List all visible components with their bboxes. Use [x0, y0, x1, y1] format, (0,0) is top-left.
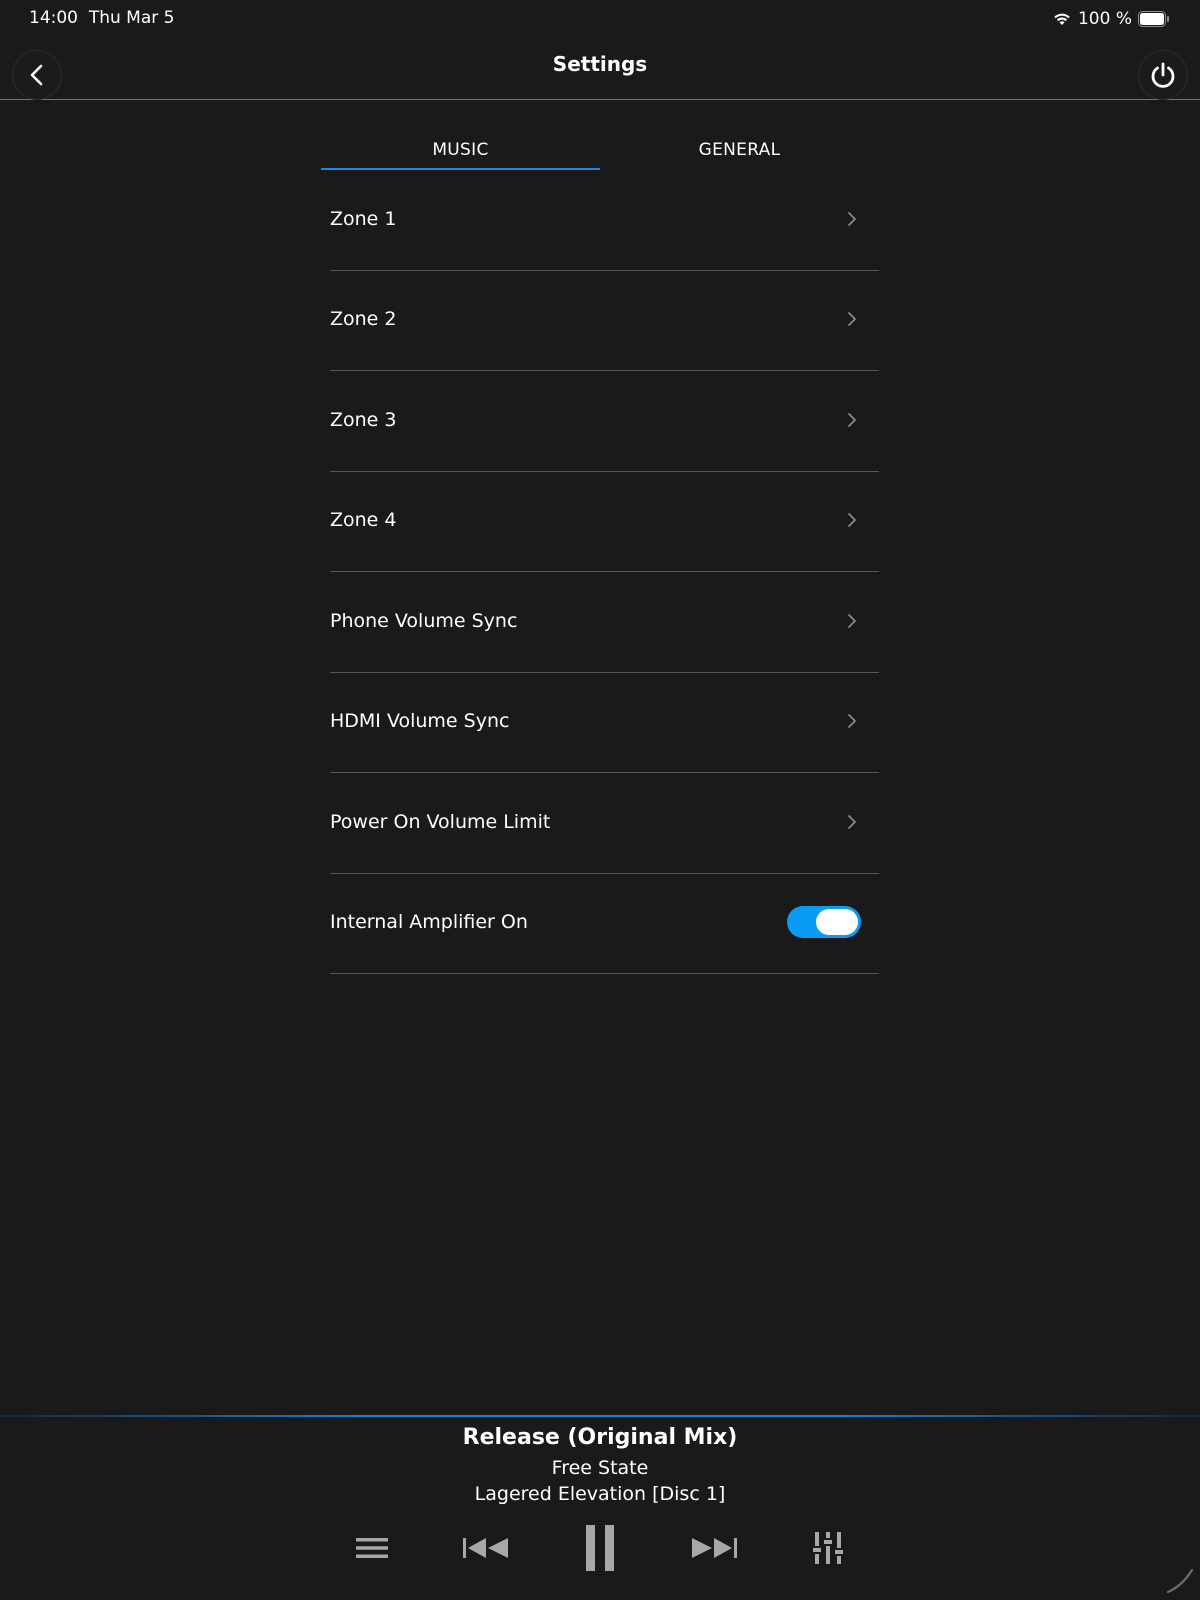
settings-row-zone-3[interactable]: Zone 3	[330, 371, 879, 472]
page-title: Settings	[552, 52, 648, 76]
settings-row-label: Zone 2	[330, 308, 397, 331]
battery-icon	[1138, 11, 1169, 27]
previous-icon	[463, 1537, 508, 1558]
now-playing-bar: Release (Original Mix) Free State Lagere…	[0, 1415, 1200, 1600]
chevron-right-icon	[839, 708, 865, 734]
internal-amplifier-toggle[interactable]	[787, 906, 861, 939]
settings-row-label: HDMI Volume Sync	[330, 710, 510, 733]
settings-row-label: Internal Amplifier On	[330, 911, 528, 934]
tab-general[interactable]: GENERAL	[600, 130, 879, 170]
settings-row-label: Zone 4	[330, 509, 397, 532]
status-time-date: 14:00 Thu Mar 5	[29, 8, 174, 28]
header: Settings	[0, 38, 1200, 100]
settings-row-phone-volume-sync[interactable]: Phone Volume Sync	[330, 572, 879, 673]
settings-row-zone-1[interactable]: Zone 1	[330, 170, 879, 271]
queue-button[interactable]	[350, 1515, 394, 1580]
progress-divider	[0, 1415, 1200, 1417]
equalizer-button[interactable]	[806, 1515, 850, 1580]
chevron-right-icon	[839, 306, 865, 332]
status-time: 14:00	[29, 8, 78, 28]
wifi-icon	[1054, 13, 1070, 25]
status-bar: 14:00 Thu Mar 5 100 %	[0, 0, 1200, 38]
chevron-right-icon	[839, 407, 865, 433]
status-date: Thu Mar 5	[88, 8, 175, 28]
next-icon	[692, 1537, 737, 1558]
pause-button[interactable]	[578, 1515, 622, 1580]
previous-button[interactable]	[458, 1515, 514, 1580]
settings-row-internal-amplifier: Internal Amplifier On	[330, 874, 879, 974]
track-artist: Free State	[551, 1457, 649, 1479]
chevron-right-icon	[839, 608, 865, 634]
power-button[interactable]	[1138, 50, 1188, 100]
settings-tabs: MUSIC GENERAL	[321, 130, 879, 170]
corner-handle-icon	[1166, 1568, 1194, 1594]
chevron-right-icon	[839, 507, 865, 533]
settings-row-power-on-volume-limit[interactable]: Power On Volume Limit	[330, 773, 879, 874]
pause-icon	[586, 1524, 614, 1571]
toggle-knob	[816, 909, 858, 936]
settings-row-label: Power On Volume Limit	[330, 810, 551, 833]
settings-row-label: Zone 1	[330, 207, 397, 230]
settings-row-zone-2[interactable]: Zone 2	[330, 271, 879, 371]
tab-music[interactable]: MUSIC	[321, 130, 600, 170]
chevron-right-icon	[839, 206, 865, 232]
track-title[interactable]: Release (Original Mix)	[0, 1425, 1200, 1450]
settings-list: Zone 1 Zone 2 Zone 3 Zone 4 Phone Volume…	[330, 170, 879, 974]
settings-row-zone-4[interactable]: Zone 4	[330, 472, 879, 572]
battery-percent: 100 %	[1077, 9, 1132, 29]
track-album: Lagered Elevation [Disc 1]	[474, 1483, 726, 1505]
settings-row-label: Zone 3	[330, 408, 397, 431]
settings-row-hdmi-volume-sync[interactable]: HDMI Volume Sync	[330, 673, 879, 773]
status-indicators: 100 %	[1052, 8, 1170, 30]
chevron-right-icon	[839, 809, 865, 835]
settings-row-label: Phone Volume Sync	[330, 609, 518, 632]
power-icon	[1151, 62, 1175, 88]
next-button[interactable]	[686, 1515, 742, 1580]
equalizer-icon	[813, 1531, 843, 1564]
queue-icon	[356, 1537, 388, 1558]
playback-controls	[0, 1515, 1200, 1580]
